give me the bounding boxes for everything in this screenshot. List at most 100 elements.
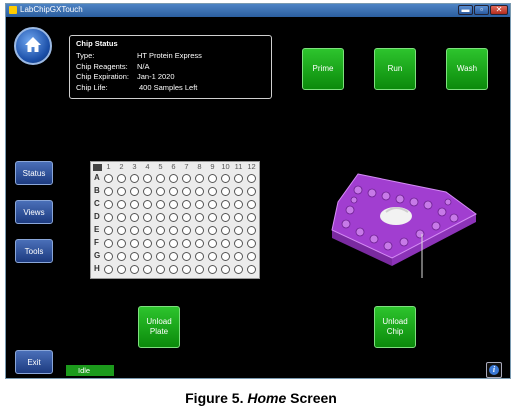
plate-well[interactable] [195, 239, 204, 248]
plate-column-header[interactable]: 1 [102, 162, 115, 171]
plate-well[interactable] [182, 213, 191, 222]
plate-well[interactable] [156, 200, 165, 209]
plate-row-header[interactable]: D [94, 212, 100, 221]
plate-row-header[interactable]: B [94, 186, 100, 195]
plate-well[interactable] [156, 265, 165, 274]
plate-well[interactable] [143, 226, 152, 235]
plate-column-header[interactable]: 2 [115, 162, 128, 171]
plate-well[interactable] [208, 174, 217, 183]
plate-well[interactable] [130, 200, 139, 209]
plate-well[interactable] [169, 239, 178, 248]
plate-well[interactable] [143, 252, 152, 261]
plate-well[interactable] [221, 226, 230, 235]
plate-well[interactable] [234, 265, 243, 274]
home-button[interactable] [14, 27, 52, 65]
plate-well[interactable] [247, 239, 256, 248]
plate-well[interactable] [182, 252, 191, 261]
unload-plate-button[interactable]: Unload Plate [138, 306, 180, 348]
plate-well[interactable] [247, 265, 256, 274]
sidebar-item-views[interactable]: Views [15, 200, 53, 224]
plate-column-header[interactable]: 7 [180, 162, 193, 171]
plate-well[interactable] [156, 187, 165, 196]
plate-well[interactable] [208, 213, 217, 222]
plate-well[interactable] [169, 265, 178, 274]
plate-column-header[interactable]: 4 [141, 162, 154, 171]
plate-well[interactable] [117, 213, 126, 222]
plate-well[interactable] [182, 239, 191, 248]
plate-well[interactable] [234, 200, 243, 209]
plate-well[interactable] [169, 226, 178, 235]
plate-well[interactable] [104, 239, 113, 248]
plate-well[interactable] [130, 252, 139, 261]
plate-well[interactable] [221, 252, 230, 261]
plate-well[interactable] [104, 213, 113, 222]
plate-well[interactable] [104, 265, 113, 274]
plate-well[interactable] [195, 226, 204, 235]
plate-column-header[interactable]: 8 [193, 162, 206, 171]
plate-column-header[interactable]: 9 [206, 162, 219, 171]
unload-chip-button[interactable]: Unload Chip [374, 306, 416, 348]
plate-well[interactable] [117, 252, 126, 261]
plate-well[interactable] [104, 226, 113, 235]
plate-well[interactable] [130, 213, 139, 222]
plate-well[interactable] [143, 239, 152, 248]
plate-column-header[interactable]: 3 [128, 162, 141, 171]
sidebar-item-status[interactable]: Status [15, 161, 53, 185]
plate-well[interactable] [234, 252, 243, 261]
plate-well[interactable] [195, 213, 204, 222]
plate-well[interactable] [208, 239, 217, 248]
plate-well[interactable] [195, 187, 204, 196]
plate-well[interactable] [221, 265, 230, 274]
plate-column-header[interactable]: 5 [154, 162, 167, 171]
plate-well[interactable] [104, 200, 113, 209]
plate-well[interactable] [221, 200, 230, 209]
plate-well[interactable] [208, 200, 217, 209]
plate-well[interactable] [130, 239, 139, 248]
plate-row-header[interactable]: G [94, 251, 100, 260]
plate-well[interactable] [182, 174, 191, 183]
plate-well[interactable] [221, 187, 230, 196]
plate-well[interactable] [104, 252, 113, 261]
sidebar-item-tools[interactable]: Tools [15, 239, 53, 263]
plate-well[interactable] [104, 187, 113, 196]
plate-well[interactable] [221, 239, 230, 248]
plate-well[interactable] [143, 265, 152, 274]
plate-well[interactable] [130, 174, 139, 183]
plate-row-header[interactable]: C [94, 199, 100, 208]
run-button[interactable]: Run [374, 48, 416, 90]
plate-well[interactable] [247, 226, 256, 235]
plate-row-header[interactable]: F [94, 238, 99, 247]
plate-well[interactable] [234, 239, 243, 248]
plate-well[interactable] [221, 174, 230, 183]
plate-well[interactable] [182, 187, 191, 196]
plate-well[interactable] [130, 226, 139, 235]
exit-button[interactable]: Exit [15, 350, 53, 374]
plate-row-header[interactable]: A [94, 173, 100, 182]
plate-column-header[interactable]: 10 [219, 162, 232, 171]
plate-well[interactable] [117, 174, 126, 183]
plate-well[interactable] [117, 226, 126, 235]
plate-well[interactable] [143, 174, 152, 183]
plate-well[interactable] [117, 265, 126, 274]
plate-well[interactable] [208, 187, 217, 196]
plate-well[interactable] [182, 200, 191, 209]
plate-well[interactable] [247, 187, 256, 196]
plate-well[interactable] [143, 187, 152, 196]
plate-well[interactable] [156, 252, 165, 261]
plate-well[interactable] [208, 226, 217, 235]
plate-column-header[interactable]: 11 [232, 162, 245, 171]
plate-row-header[interactable]: E [94, 225, 99, 234]
plate-well[interactable] [156, 213, 165, 222]
plate-well[interactable] [169, 174, 178, 183]
plate-well[interactable] [247, 174, 256, 183]
plate-well[interactable] [182, 265, 191, 274]
plate-well[interactable] [130, 265, 139, 274]
plate-well[interactable] [234, 226, 243, 235]
close-button[interactable]: ✕ [490, 5, 508, 15]
info-button[interactable]: i [486, 362, 502, 378]
plate-menu-icon[interactable] [93, 164, 102, 171]
plate-well[interactable] [195, 265, 204, 274]
prime-button[interactable]: Prime [302, 48, 344, 90]
plate-well[interactable] [247, 200, 256, 209]
plate-well[interactable] [208, 252, 217, 261]
